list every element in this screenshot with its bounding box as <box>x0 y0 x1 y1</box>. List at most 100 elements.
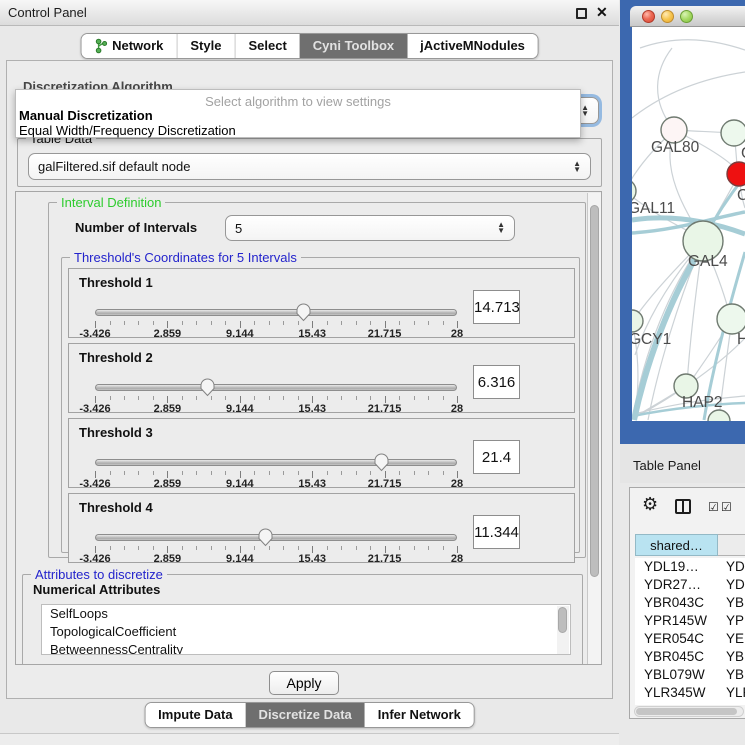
slider-tick <box>428 546 429 550</box>
table-row[interactable]: YDL19…YDL1 <box>635 558 745 576</box>
slider-track[interactable] <box>95 384 457 391</box>
network-window-titlebar[interactable] <box>630 6 745 27</box>
slider-tick <box>428 396 429 400</box>
table-row[interactable]: YBR045CYBR0 <box>635 648 745 666</box>
tick-label: 28 <box>451 403 463 415</box>
threshold-value-field[interactable]: 11.344 <box>473 515 520 549</box>
table-row[interactable]: YBL079WYBL0 <box>635 666 745 684</box>
slider-tick <box>138 396 139 400</box>
threshold-value-field[interactable]: 21.4 <box>473 440 520 474</box>
float-window-icon[interactable] <box>576 8 587 19</box>
apply-button[interactable]: Apply <box>269 671 339 695</box>
table-data-combobox[interactable]: galFiltered.sif default node ▲▼ <box>28 153 591 180</box>
column-header-shared[interactable]: shared… <box>635 534 718 556</box>
slider-tick <box>196 471 197 475</box>
tick-label: -3.426 <box>79 328 110 340</box>
network-node[interactable] <box>717 304 745 334</box>
combo-spinner-icon: ▲▼ <box>497 222 505 234</box>
dropdown-option-equal-width-frequency[interactable]: Equal Width/Frequency Discretization <box>19 123 236 138</box>
slider-tick <box>312 471 313 478</box>
network-node[interactable] <box>632 310 643 332</box>
slider-thumb[interactable] <box>257 527 274 547</box>
attribute-list-item[interactable]: BetweennessCentrality <box>42 641 570 655</box>
table-row[interactable]: YBR043CYBR0 <box>635 594 745 612</box>
dropdown-option-manual-discretization[interactable]: Manual Discretization <box>19 108 153 123</box>
slider-track[interactable] <box>95 309 457 316</box>
number-of-intervals-combobox[interactable]: 5 ▲▼ <box>225 215 515 241</box>
interval-definition-group: Interval Definition Number of Intervals … <box>48 202 586 558</box>
close-icon[interactable]: ✕ <box>596 4 608 21</box>
slider-tick <box>414 321 415 325</box>
attribute-list-item[interactable]: SelfLoops <box>42 605 570 623</box>
slider-tick <box>457 321 458 328</box>
tick-label: -3.426 <box>79 403 110 415</box>
slider-tick <box>269 471 270 475</box>
slider-tick <box>399 546 400 550</box>
attributes-scrollbar[interactable] <box>557 606 569 654</box>
numerical-attributes-list[interactable]: SelfLoopsTopologicalCoefficientBetweenne… <box>41 604 571 655</box>
table-data-value: galFiltered.sif default node <box>38 159 190 174</box>
attribute-list-item[interactable]: TopologicalCoefficient <box>42 623 570 641</box>
cyni-main-panel: Discretization Algorithm ▲▼ Select algor… <box>6 60 613 699</box>
network-node[interactable] <box>727 162 745 186</box>
slider-tick <box>225 396 226 400</box>
table-row[interactable]: YDR27…YDR2 <box>635 576 745 594</box>
scrollbar-thumb[interactable] <box>590 205 599 577</box>
slider-tick <box>327 471 328 475</box>
top-tab-bar: Network Style Select Cyni Toolbox jActiv… <box>80 33 539 59</box>
slider-tick <box>457 471 458 478</box>
network-node-label: GAL4 <box>688 253 728 270</box>
slider-track[interactable] <box>95 534 457 541</box>
slider-thumb[interactable] <box>199 377 216 397</box>
slider-thumb[interactable] <box>295 302 312 322</box>
tab-cyni-toolbox[interactable]: Cyni Toolbox <box>300 34 407 58</box>
network-node-label: HAP2 <box>682 394 723 411</box>
slider-thumb[interactable] <box>373 452 390 472</box>
slider-tick <box>370 471 371 475</box>
column-header-name[interactable]: n <box>718 534 745 556</box>
tab-jactivemnodules[interactable]: jActiveMNodules <box>407 34 538 58</box>
zoom-traffic-light-icon[interactable] <box>680 10 693 23</box>
network-node[interactable] <box>708 410 730 421</box>
close-traffic-light-icon[interactable] <box>642 10 655 23</box>
threshold-label: Threshold 3 <box>79 425 153 440</box>
tick-label: 28 <box>451 478 463 490</box>
tick-label: 15.43 <box>298 403 326 415</box>
slider-tick <box>283 396 284 400</box>
checkbox-icon[interactable]: ☑ <box>721 500 732 514</box>
slider-tick <box>370 396 371 400</box>
panel-vertical-scrollbar[interactable] <box>587 193 601 664</box>
table-body[interactable]: YDL19…YDL1YDR27…YDR2YBR043CYBR0YPR145WYP… <box>635 558 745 705</box>
table-row[interactable]: YLR345WYLR3 <box>635 684 745 702</box>
tab-network[interactable]: Network <box>81 34 176 58</box>
network-canvas[interactable]: GAL80GCGAL11GAL4GCY1HHAP2 <box>632 27 745 421</box>
threshold-value-field[interactable]: 6.316 <box>473 365 520 399</box>
slider-tick <box>428 321 429 325</box>
table-row[interactable]: YPR145WYPR1 <box>635 612 745 630</box>
tab-impute-data[interactable]: Impute Data <box>145 703 245 727</box>
threshold-value-field[interactable]: 14.713 <box>473 290 520 324</box>
scrollbar-thumb[interactable] <box>636 708 737 715</box>
table-row[interactable]: YIL052CYIL0 <box>635 702 745 705</box>
table-row[interactable]: YER054CYER0 <box>635 630 745 648</box>
tick-label: 9.144 <box>226 403 254 415</box>
table-horizontal-scrollbar[interactable] <box>634 706 744 717</box>
checkbox-icon[interactable]: ☑ <box>708 500 719 514</box>
scrollbar-thumb[interactable] <box>558 607 567 633</box>
tab-discretize-data[interactable]: Discretize Data <box>246 703 365 727</box>
threshold-panel: Threshold 3 -3.4262.8599.14415.4321.7152… <box>68 418 575 488</box>
tab-select[interactable]: Select <box>234 34 299 58</box>
tab-infer-network[interactable]: Infer Network <box>365 703 474 727</box>
network-node[interactable] <box>721 120 745 146</box>
network-graph: GAL80GCGAL11GAL4GCY1HHAP2 <box>632 27 745 421</box>
slider-tick <box>327 546 328 550</box>
tab-style[interactable]: Style <box>176 34 234 58</box>
slider-tick <box>182 471 183 475</box>
gear-icon[interactable]: ⚙ <box>642 494 658 515</box>
split-columns-icon[interactable] <box>675 499 691 514</box>
slider-tick <box>110 396 111 400</box>
slider-tick <box>254 546 255 550</box>
minimize-traffic-light-icon[interactable] <box>661 10 674 23</box>
thresholds-group: Threshold's Coordinates for 5 Intervals … <box>61 257 580 553</box>
slider-track[interactable] <box>95 459 457 466</box>
